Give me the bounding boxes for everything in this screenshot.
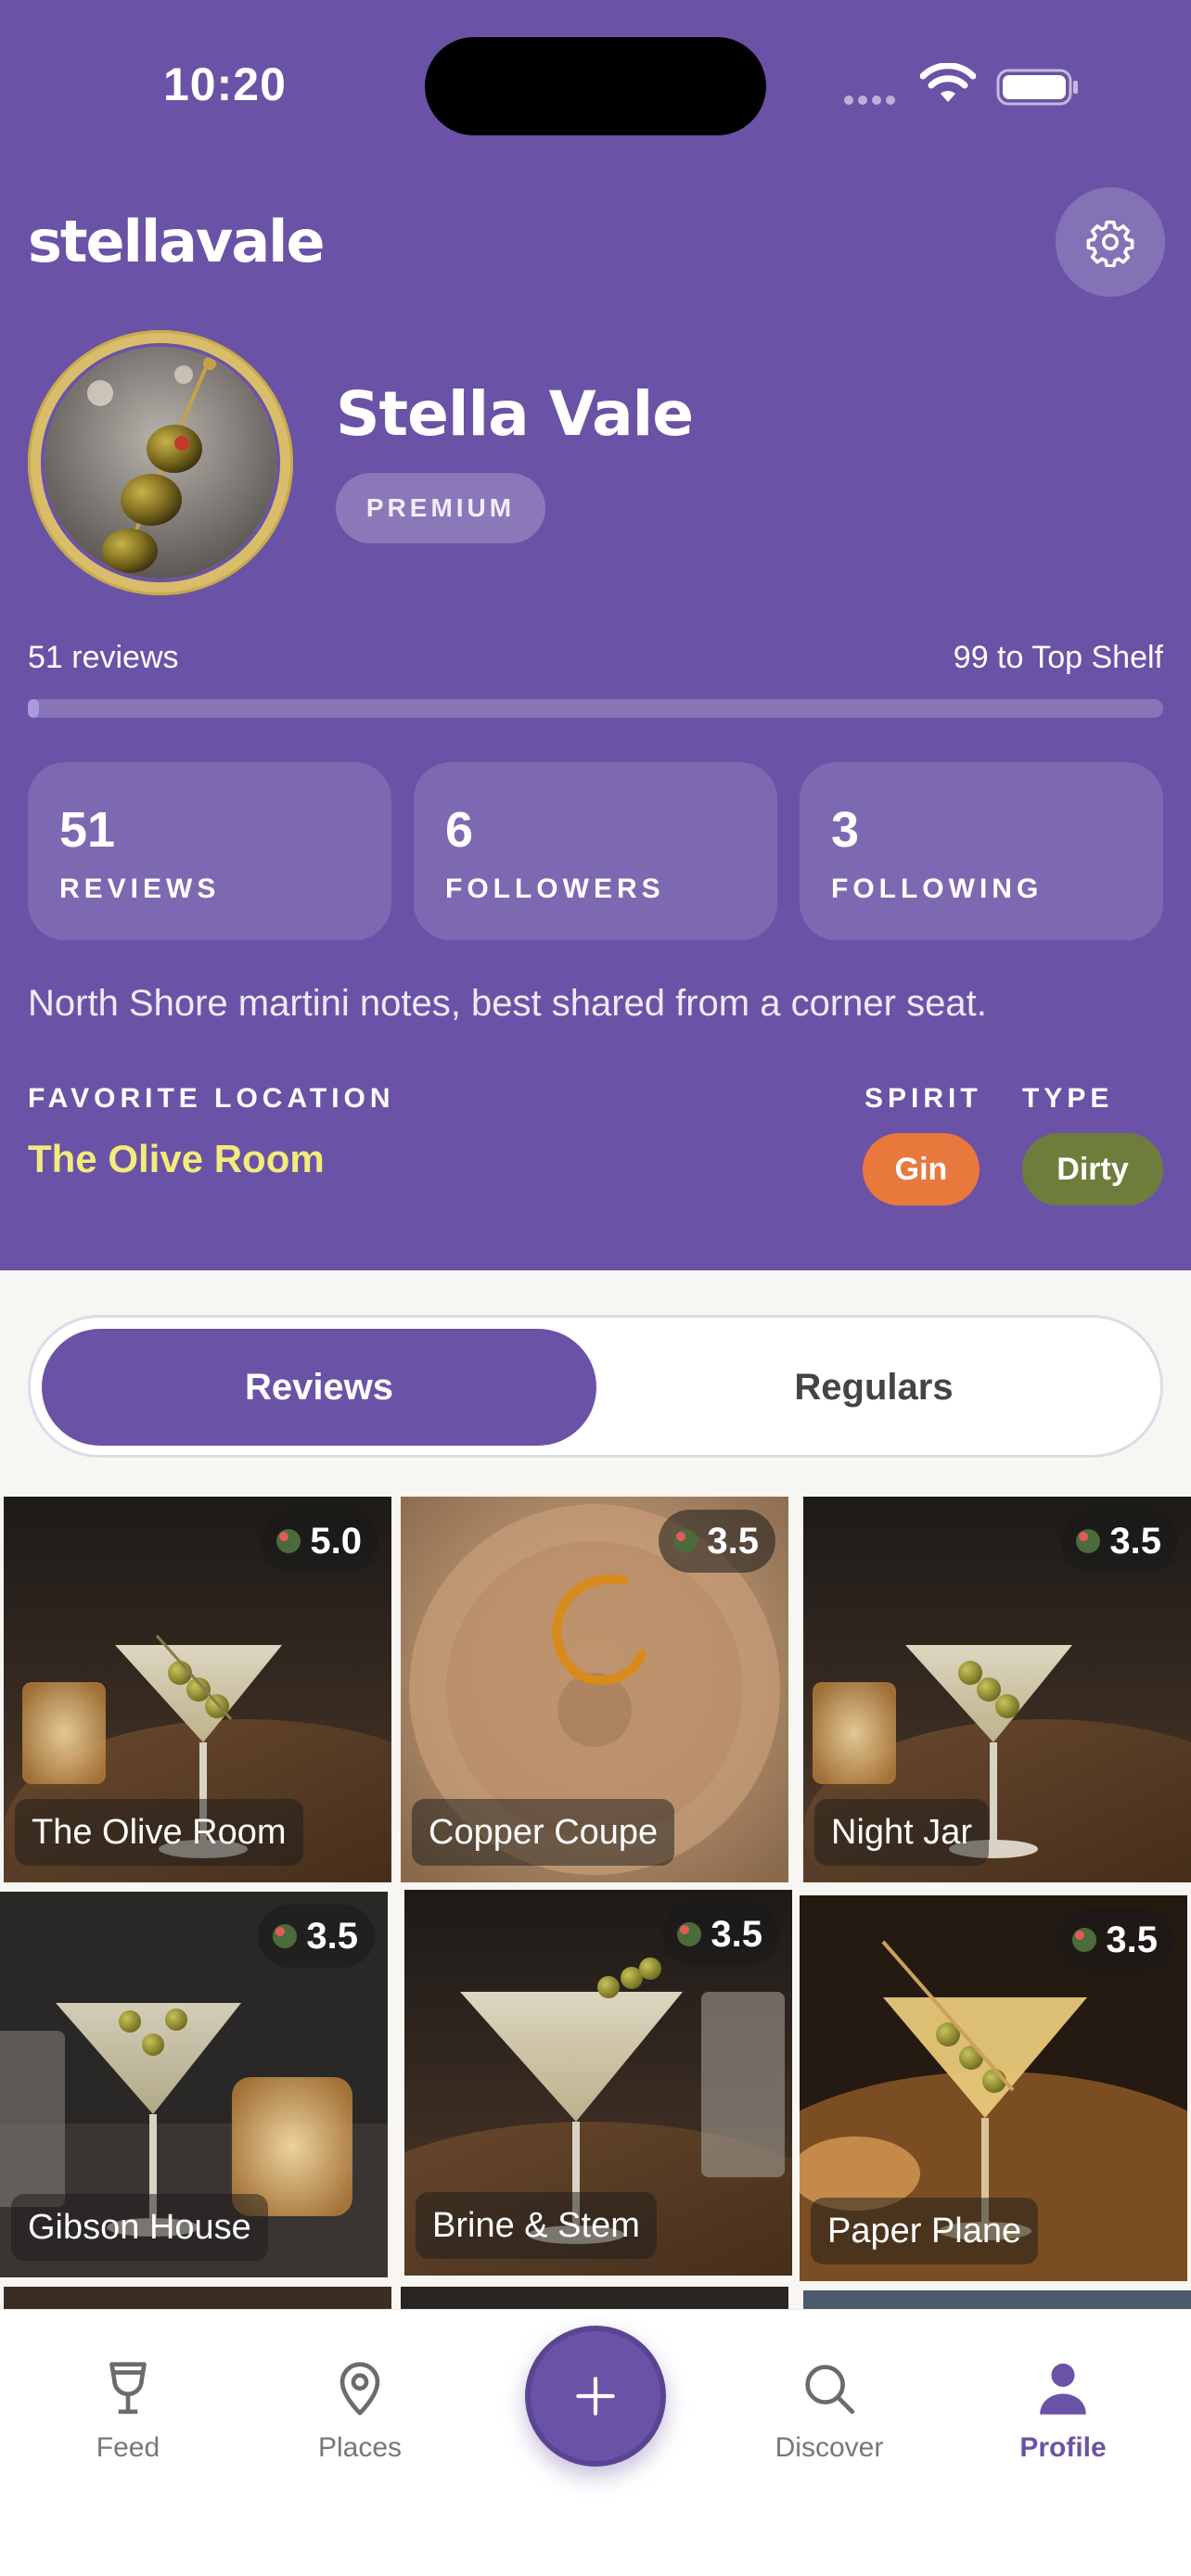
level-progress-fill: [28, 699, 40, 718]
tab-reviews[interactable]: Reviews: [42, 1329, 596, 1446]
review-tile[interactable]: 3.5 Gibson House: [0, 1892, 388, 2277]
place-name: Gibson House: [11, 2194, 268, 2261]
tab-regulars[interactable]: Regulars: [596, 1329, 1151, 1446]
review-tile[interactable]: 3.5 Night Jar: [803, 1497, 1191, 1882]
next-level-label: 99 to Top Shelf: [953, 640, 1163, 675]
profile-name: Stella Vale: [336, 378, 694, 450]
favorite-location-link[interactable]: The Olive Room: [28, 1137, 325, 1181]
tab-label: Profile: [1019, 2432, 1107, 2463]
reviews-regulars-toggle: Reviews Regulars: [28, 1315, 1163, 1458]
type-label: TYPE: [1022, 1083, 1114, 1114]
status-time: 10:20: [163, 58, 287, 110]
profile-bio: North Shore martini notes, best shared f…: [28, 983, 987, 1024]
review-tile[interactable]: 3.5 Paper Plane: [800, 1895, 1187, 2281]
favorite-location-label: FAVORITE LOCATION: [28, 1083, 395, 1114]
add-review-button[interactable]: [525, 2326, 666, 2467]
olive-icon: [276, 1529, 301, 1553]
reviews-count-label: 51 reviews: [28, 640, 179, 675]
stat-card-following[interactable]: 3 FOLLOWING: [800, 762, 1163, 940]
review-tile[interactable]: 5.0 The Olive Room: [4, 1497, 391, 1882]
search-icon: [805, 2365, 855, 2415]
martini-photo: [4, 2287, 391, 2309]
olive-icon: [273, 1924, 298, 1948]
martini-photo: [803, 2290, 1191, 2309]
map-pin-icon: [339, 2362, 380, 2416]
type-pill: Dirty: [1022, 1133, 1163, 1205]
stat-card-reviews[interactable]: 51 REVIEWS: [28, 762, 391, 940]
stat-label: REVIEWS: [59, 874, 221, 904]
place-name: Paper Plane: [811, 2198, 1039, 2264]
place-name: Night Jar: [814, 1799, 990, 1866]
stat-value: 51: [59, 802, 116, 858]
tab-profile[interactable]: Profile: [970, 2356, 1156, 2464]
stat-value: 6: [445, 802, 474, 858]
martini-glass-icon: [109, 2362, 147, 2415]
tab-places[interactable]: Places: [267, 2356, 453, 2464]
review-tile[interactable]: [4, 2287, 391, 2309]
level-progress-bar: [28, 699, 1163, 718]
cellular-signal-icon: [844, 93, 900, 109]
rating-badge: 5.0: [262, 1510, 378, 1573]
martini-photo: [401, 2287, 788, 2309]
avatar-olives-photo: [45, 347, 276, 579]
reviews-grid: 5.0 The Olive Room 3.5 Copper Coupe 3.5 …: [0, 1493, 1191, 2309]
stat-label: FOLLOWERS: [445, 874, 665, 904]
olive-icon: [1076, 1529, 1101, 1553]
settings-button[interactable]: [1056, 187, 1165, 297]
tab-feed[interactable]: Feed: [35, 2356, 221, 2464]
review-tile[interactable]: [803, 2290, 1191, 2309]
profile-header: 10:20 stellavale Stella Vale PREMIUM 51 …: [0, 0, 1191, 1270]
plus-icon: [576, 2377, 615, 2416]
dynamic-island: [425, 37, 766, 135]
review-tile[interactable]: [401, 2287, 788, 2309]
avatar[interactable]: [28, 330, 293, 595]
wifi-icon: [920, 63, 976, 102]
spirit-label: SPIRIT: [864, 1083, 982, 1114]
place-name: Copper Coupe: [412, 1799, 675, 1866]
rating-badge: 3.5: [258, 1905, 375, 1968]
tab-label: Feed: [96, 2432, 160, 2463]
rating-badge: 3.5: [662, 1903, 779, 1966]
stat-label: FOLLOWING: [831, 874, 1044, 904]
person-icon: [1040, 2363, 1086, 2415]
olive-icon: [673, 1529, 698, 1553]
stat-value: 3: [831, 802, 860, 858]
rating-badge: 3.5: [1061, 1510, 1178, 1573]
battery-icon: [996, 69, 1078, 106]
olive-icon: [1072, 1928, 1097, 1952]
place-name: The Olive Room: [15, 1799, 303, 1866]
stat-card-followers[interactable]: 6 FOLLOWERS: [414, 762, 777, 940]
review-tile[interactable]: 3.5 Copper Coupe: [401, 1497, 788, 1882]
premium-badge: PREMIUM: [336, 473, 545, 543]
rating-badge: 3.5: [1057, 1908, 1174, 1971]
place-name: Brine & Stem: [416, 2192, 657, 2259]
tab-discover[interactable]: Discover: [736, 2356, 922, 2464]
tab-label: Places: [317, 2432, 403, 2463]
rating-badge: 3.5: [659, 1510, 775, 1573]
spirit-pill: Gin: [863, 1133, 980, 1205]
app-brand-logo: stellavale: [28, 208, 325, 275]
gear-icon: [1086, 220, 1134, 267]
olive-icon: [677, 1922, 702, 1946]
review-tile[interactable]: 3.5 Brine & Stem: [404, 1890, 792, 2276]
tab-label: Discover: [775, 2432, 884, 2463]
